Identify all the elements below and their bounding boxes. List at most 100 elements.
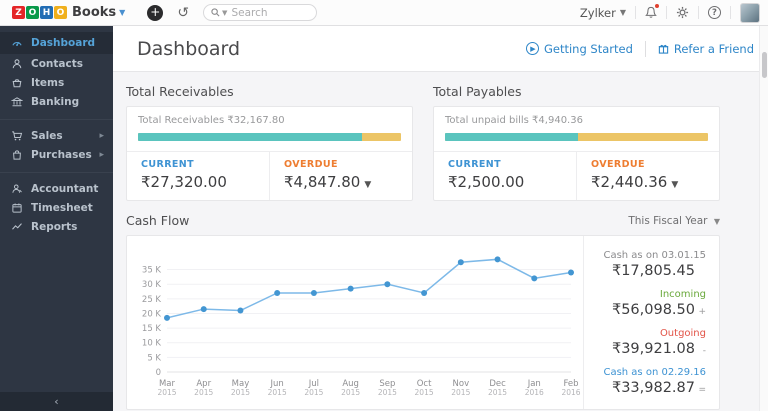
fiscal-year-dropdown[interactable]: This Fiscal Year ▼ <box>628 215 720 227</box>
payables-overdue-value[interactable]: ₹2,440.36 ▼ <box>591 173 719 191</box>
accountant-person-icon <box>12 183 22 193</box>
refer-a-friend-label: Refer a Friend <box>673 41 754 56</box>
help-icon[interactable]: ? <box>708 6 721 19</box>
receivables-card: Total Receivables ₹32,167.80 CURRENT ₹27… <box>126 106 413 201</box>
svg-text:30 K: 30 K <box>142 280 162 290</box>
incoming-value: ₹56,098.50 <box>611 302 695 318</box>
getting-started-link[interactable]: ▶ Getting Started <box>525 41 633 56</box>
sidebar-item-sales[interactable]: Sales ▸ <box>0 126 113 145</box>
svg-text:2015: 2015 <box>231 388 250 397</box>
svg-text:2015: 2015 <box>341 388 360 397</box>
cashflow-card: 05 K 10 K 15 K 20 K 25 K 30 K 35 K Mar 2015 Apr 20… <box>126 235 720 410</box>
banking-bank-icon <box>11 96 23 106</box>
sidebar-item-label: Banking <box>31 95 80 108</box>
window-scrollbar[interactable] <box>759 26 768 411</box>
divider <box>635 6 636 19</box>
user-avatar[interactable] <box>740 2 760 23</box>
org-switcher[interactable]: Zylker ▼ <box>580 6 626 20</box>
search-scope-caret-icon[interactable]: ▼ <box>222 9 227 17</box>
minus-sign: - <box>702 346 706 356</box>
search-input[interactable]: ▼ Search <box>203 4 318 21</box>
sidebar-item-label: Purchases <box>31 148 92 161</box>
sales-cart-icon <box>12 130 23 140</box>
sidebar-item-items[interactable]: Items <box>0 73 113 92</box>
chevron-down-icon: ▼ <box>713 216 720 226</box>
recent-history-icon[interactable]: ↺ <box>177 6 189 20</box>
sidebar-item-purchases[interactable]: Purchases ▸ <box>0 145 113 164</box>
overdue-amount: ₹4,847.80 <box>284 173 361 191</box>
svg-text:2015: 2015 <box>415 388 434 397</box>
svg-text:2015: 2015 <box>268 388 287 397</box>
gear-icon <box>676 6 689 19</box>
payables-overdue-cell: OVERDUE ₹2,440.36 ▼ <box>576 152 719 200</box>
svg-text:2016: 2016 <box>525 388 544 397</box>
org-name: Zylker <box>579 5 616 20</box>
svg-text:10 K: 10 K <box>142 339 162 349</box>
notifications-bell-icon[interactable] <box>645 3 660 19</box>
quick-create-button[interactable]: + <box>147 4 164 21</box>
sidebar-item-banking[interactable]: Banking <box>0 92 113 111</box>
fiscal-year-label: This Fiscal Year <box>628 214 708 227</box>
sidebar-item-label: Contacts <box>31 57 83 70</box>
chevron-down-icon[interactable]: ▼ <box>364 180 371 190</box>
payables-current-cell: CURRENT ₹2,500.00 <box>434 152 576 200</box>
equals-sign: = <box>698 385 706 395</box>
divider <box>666 6 667 19</box>
sidebar-item-label: Sales <box>31 129 63 142</box>
divider <box>730 6 731 19</box>
receivables-section-title: Total Receivables <box>126 84 234 99</box>
opening-balance-value: ₹17,805.45 <box>611 263 695 279</box>
settings-gear-icon[interactable] <box>676 6 689 19</box>
sidebar-item-timesheet[interactable]: Timesheet <box>0 198 113 217</box>
logo-letter-o1: O <box>26 6 39 19</box>
scrollbar-thumb[interactable] <box>762 52 767 78</box>
cashflow-opening-row: Cash as on 03.01.15 ₹17,805.45 <box>584 250 706 279</box>
overdue-label: OVERDUE <box>284 159 338 170</box>
items-basket-icon <box>12 78 22 87</box>
sidebar-item-label: Reports <box>31 220 78 233</box>
dashboard-content: Total Receivables Total Receivables ₹32,… <box>113 72 759 411</box>
logo-letter-h: H <box>40 6 53 19</box>
getting-started-label: Getting Started <box>543 41 633 56</box>
closing-balance-value: ₹33,982.87 <box>611 380 695 396</box>
receivables-current-cell: CURRENT ₹27,320.00 <box>127 152 269 200</box>
sidebar-item-contacts[interactable]: Contacts <box>0 54 113 73</box>
sidebar-item-label: Items <box>31 76 65 89</box>
payables-section-title: Total Payables <box>433 84 522 99</box>
sidebar-collapse-button[interactable]: ‹ <box>0 392 113 411</box>
gift-icon <box>658 44 669 54</box>
svg-text:2015: 2015 <box>157 388 176 397</box>
payables-summary: Total unpaid bills ₹4,940.36 <box>445 115 583 126</box>
sidebar-item-dashboard[interactable]: Dashboard <box>0 32 113 54</box>
receivables-current-fill <box>138 133 362 141</box>
payables-card: Total unpaid bills ₹4,940.36 CURRENT ₹2,… <box>433 106 720 201</box>
purchases-bag-icon <box>13 149 21 160</box>
sidebar-item-label: Accountant <box>31 182 99 195</box>
zoho-books-logo[interactable]: Z O H O Books ▼ <box>12 5 125 20</box>
payables-current-fill <box>445 133 579 141</box>
chevron-down-icon[interactable]: ▼ <box>671 180 678 190</box>
chevron-right-icon: ▸ <box>99 149 104 160</box>
incoming-label: Incoming <box>659 289 706 300</box>
closing-balance-label: Cash as on 02.29.16 <box>603 367 706 378</box>
search-placeholder: Search <box>231 6 268 19</box>
svg-text:20 K: 20 K <box>142 309 162 319</box>
svg-text:2015: 2015 <box>378 388 397 397</box>
current-label: CURRENT <box>448 159 502 170</box>
svg-text:0: 0 <box>156 368 161 378</box>
svg-text:25 K: 25 K <box>142 295 162 305</box>
receivables-overdue-value[interactable]: ₹4,847.80 ▼ <box>284 173 412 191</box>
chevron-down-icon[interactable]: ▼ <box>119 8 125 17</box>
cashflow-outgoing-row: Outgoing ₹39,921.08- <box>584 328 706 357</box>
sidebar-item-accountant[interactable]: Accountant <box>0 179 113 198</box>
refer-a-friend-link[interactable]: Refer a Friend <box>658 42 754 56</box>
chevron-down-icon: ▼ <box>619 8 626 17</box>
receivables-current-value: ₹27,320.00 <box>141 173 227 191</box>
play-icon: ▶ <box>525 42 539 55</box>
sidebar-item-reports[interactable]: Reports <box>0 217 113 236</box>
top-bar: Z O H O Books ▼ + ↺ ▼ Search Zylker ▼ ? <box>0 0 768 26</box>
timesheet-calendar-icon <box>12 203 22 213</box>
outgoing-value: ₹39,921.08 <box>611 341 695 357</box>
contacts-person-icon <box>12 58 22 68</box>
svg-text:35 K: 35 K <box>142 266 162 276</box>
